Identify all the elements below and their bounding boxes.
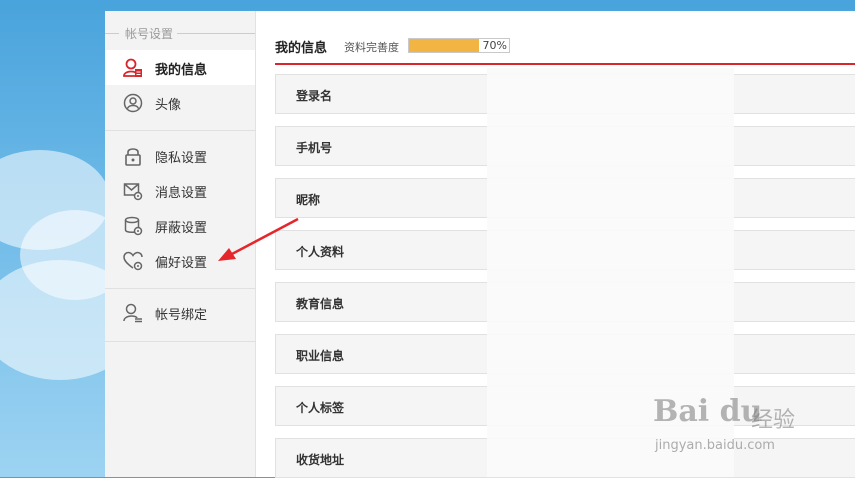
sidebar-item-preference[interactable]: 偏好设置 [105, 243, 255, 278]
lock-icon [125, 148, 141, 166]
sidebar-item-label: 帐号绑定 [155, 308, 208, 323]
watermark-url: jingyan.baidu.com [655, 438, 775, 453]
sidebar-item-avatar[interactable]: 头像 [105, 85, 255, 120]
completeness-percent: 70% [482, 39, 507, 52]
sidebar-item-label: 屏蔽设置 [155, 221, 208, 236]
section-title-label: 帐号设置 [125, 27, 174, 41]
page-title: 我的信息 [275, 41, 328, 56]
row-label: 登录名 [296, 89, 333, 103]
divider [177, 33, 255, 34]
progress-fill [409, 39, 479, 52]
settings-sidebar: 帐号设置 我的信息 头像 隐私设置 消息设置 屏蔽设置 偏好设置 帐号绑定 [105, 11, 256, 477]
sidebar-item-label: 头像 [155, 98, 182, 113]
sidebar-section-title: 帐号设置 [105, 25, 255, 41]
avatar-icon [123, 93, 143, 113]
account-bind-icon [123, 303, 142, 323]
sidebar-item-message[interactable]: 消息设置 [105, 173, 255, 208]
watermark-brand: 经验 [751, 408, 796, 433]
baidu-jingyan-watermark: Bai du 经验 jingyan.baidu.com [653, 394, 853, 464]
completeness-progress-bar: 70% [408, 38, 510, 53]
user-info-icon [123, 58, 142, 77]
row-label: 个人标签 [296, 401, 345, 415]
divider [105, 288, 255, 289]
message-settings-icon [123, 183, 143, 201]
sidebar-item-privacy[interactable]: 隐私设置 [105, 138, 255, 173]
sidebar-item-my-info[interactable]: 我的信息 [105, 50, 255, 85]
block-settings-icon [124, 216, 143, 236]
sidebar-item-label: 隐私设置 [155, 151, 208, 166]
row-label: 职业信息 [296, 349, 345, 363]
sidebar-item-block[interactable]: 屏蔽设置 [105, 208, 255, 243]
completeness-label: 资料完善度 [344, 41, 399, 54]
preference-heart-icon [123, 251, 143, 271]
sidebar-item-label: 我的信息 [155, 63, 208, 78]
row-label: 教育信息 [296, 297, 345, 311]
sidebar-item-label: 消息设置 [155, 186, 208, 201]
header-underline [275, 63, 855, 65]
divider [105, 341, 255, 342]
divider [105, 33, 119, 34]
sidebar-item-label: 偏好设置 [155, 256, 208, 271]
row-label: 手机号 [296, 141, 333, 155]
row-label: 昵称 [296, 193, 321, 207]
row-label: 收货地址 [296, 453, 345, 467]
baidu-logo: Bai du [653, 394, 763, 429]
row-label: 个人资料 [296, 245, 345, 259]
divider [105, 130, 255, 131]
sidebar-item-account-bind[interactable]: 帐号绑定 [105, 295, 255, 330]
